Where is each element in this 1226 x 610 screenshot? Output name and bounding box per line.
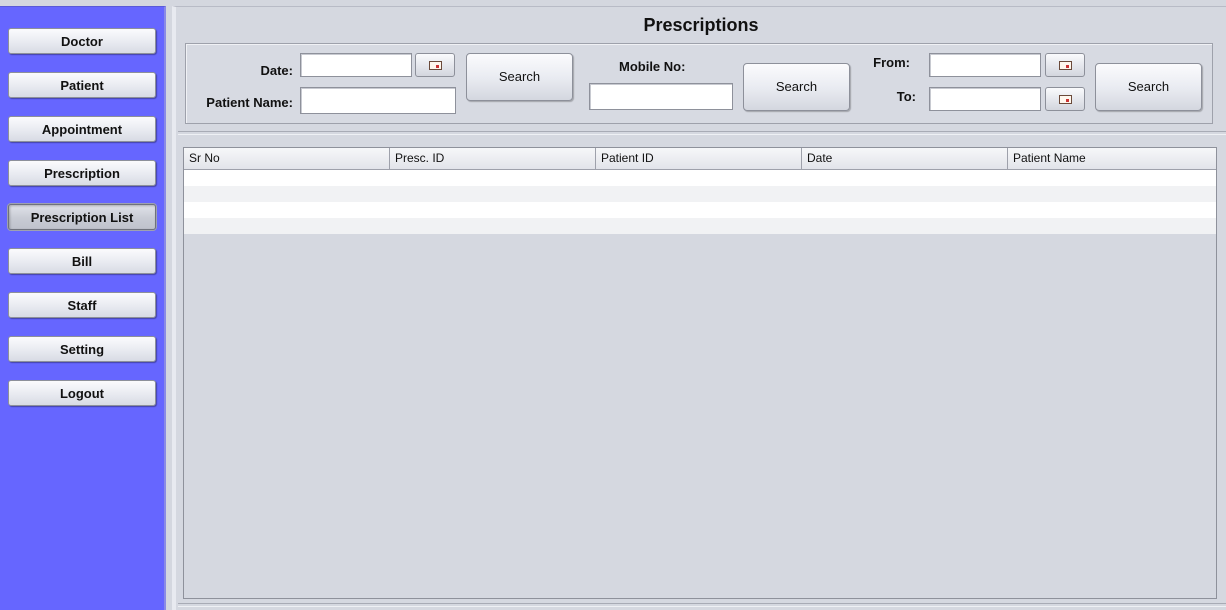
divider <box>178 603 1226 607</box>
date-calendar-button[interactable] <box>415 53 455 77</box>
column-header-presc-id[interactable]: Presc. ID <box>390 148 596 170</box>
to-date-field[interactable] <box>929 87 1041 111</box>
from-label: From: <box>873 55 910 70</box>
date-field[interactable] <box>300 53 412 77</box>
table-row[interactable] <box>184 170 1216 186</box>
mobile-label: Mobile No: <box>619 59 686 74</box>
date-label: Date: <box>260 63 293 78</box>
nav-prescription-list-button[interactable]: Prescription List <box>8 204 156 230</box>
nav-staff-button[interactable]: Staff <box>8 292 156 318</box>
search-date-name-button[interactable]: Search <box>466 53 573 101</box>
calendar-icon <box>1059 61 1072 70</box>
to-calendar-button[interactable] <box>1045 87 1085 111</box>
table-header: Sr No Presc. ID Patient ID Date Patient … <box>184 148 1216 170</box>
nav-setting-button[interactable]: Setting <box>8 336 156 362</box>
table-row[interactable] <box>184 202 1216 218</box>
nav-patient-button[interactable]: Patient <box>8 72 156 98</box>
table-row[interactable] <box>184 218 1216 234</box>
search-panel: Date: Patient Name: Search Mobile No: Se… <box>185 43 1213 124</box>
patient-name-field[interactable] <box>300 87 456 114</box>
nav-bill-button[interactable]: Bill <box>8 248 156 274</box>
column-header-sr-no[interactable]: Sr No <box>184 148 390 170</box>
page-title: Prescriptions <box>643 15 759 35</box>
mobile-field[interactable] <box>589 83 733 110</box>
nav-doctor-button[interactable]: Doctor <box>8 28 156 54</box>
calendar-icon <box>429 61 442 70</box>
main-panel: Prescriptions Date: Patient Name: Search… <box>172 6 1226 610</box>
nav-logout-button[interactable]: Logout <box>8 380 156 406</box>
from-calendar-button[interactable] <box>1045 53 1085 77</box>
from-date-field[interactable] <box>929 53 1041 77</box>
patient-name-label: Patient Name: <box>206 95 293 110</box>
column-header-patient-id[interactable]: Patient ID <box>596 148 802 170</box>
search-range-button[interactable]: Search <box>1095 63 1202 111</box>
search-mobile-button[interactable]: Search <box>743 63 850 111</box>
column-header-patient-name[interactable]: Patient Name <box>1008 148 1216 170</box>
divider <box>178 131 1226 135</box>
column-header-date[interactable]: Date <box>802 148 1008 170</box>
table-row[interactable] <box>184 186 1216 202</box>
calendar-icon <box>1059 95 1072 104</box>
prescriptions-table[interactable]: Sr No Presc. ID Patient ID Date Patient … <box>183 147 1217 599</box>
to-label: To: <box>896 89 916 104</box>
nav-prescription-button[interactable]: Prescription <box>8 160 156 186</box>
sidebar: Doctor Patient Appointment Prescription … <box>0 6 166 610</box>
nav-appointment-button[interactable]: Appointment <box>8 116 156 142</box>
